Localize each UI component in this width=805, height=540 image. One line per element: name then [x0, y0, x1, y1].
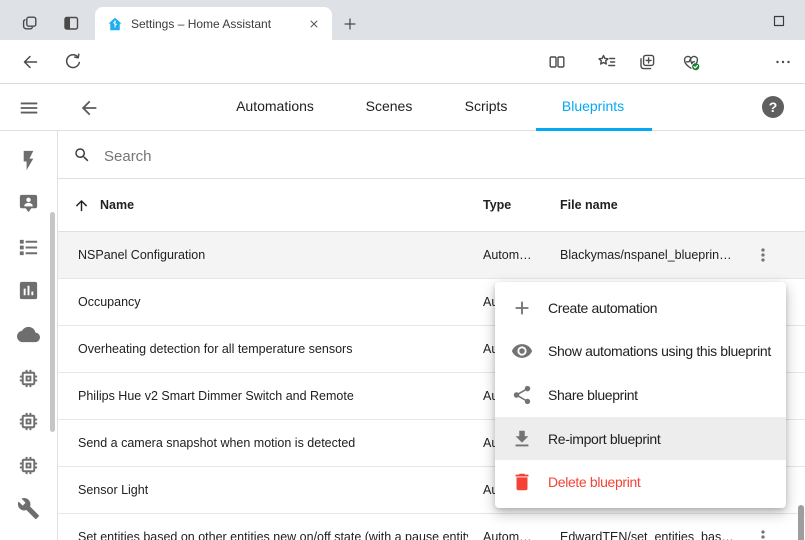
browser-toolbar: Not secure homeassistant.local:8123/…	[0, 40, 805, 84]
row-name: Set entities based on other entities new…	[78, 530, 468, 540]
plus-icon	[511, 297, 533, 319]
blueprint-context-menu: Create automation Show automations using…	[495, 282, 786, 508]
tab-blueprints[interactable]: Blueprints	[562, 85, 624, 128]
help-icon[interactable]: ?	[762, 96, 784, 118]
table-row[interactable]: NSPanel Configuration Autom… Blackymas/n…	[58, 232, 805, 279]
cloud-icon[interactable]	[17, 323, 40, 346]
lightning-icon[interactable]	[17, 149, 40, 172]
app-header: Automations Scenes Scripts Blueprints ?	[0, 85, 805, 131]
browser-window: Settings – Home Assistant Not sec	[0, 0, 805, 540]
todo-list-icon[interactable]	[17, 236, 40, 259]
menu-item-reimport-blueprint[interactable]: Re-import blueprint	[495, 417, 786, 461]
search-icon	[73, 146, 91, 164]
search-input[interactable]	[102, 143, 506, 169]
menu-item-show-automations[interactable]: Show automations using this blueprint	[495, 330, 786, 374]
sidebar-scrollbar[interactable]	[50, 212, 55, 432]
table-header: Name Type File name	[58, 179, 805, 232]
download-icon	[511, 428, 533, 450]
arrow-back-icon[interactable]	[78, 97, 100, 119]
collections-add-icon[interactable]	[637, 52, 657, 72]
tab-scripts[interactable]: Scripts	[465, 85, 508, 128]
menu-item-share-blueprint[interactable]: Share blueprint	[495, 373, 786, 417]
device-chip-icon[interactable]	[17, 454, 40, 477]
favorites-bar-icon[interactable]	[597, 52, 617, 72]
voice-assist-icon[interactable]	[17, 192, 40, 215]
tab-title: Settings – Home Assistant	[131, 17, 306, 31]
row-file: EdwardTEN/set_entities_bas…	[560, 530, 734, 540]
maximize-icon[interactable]	[770, 12, 788, 30]
share-icon	[511, 384, 533, 406]
back-icon[interactable]	[20, 52, 40, 72]
row-name: Occupancy	[78, 295, 141, 309]
home-assistant-app: Automations Scenes Scripts Blueprints ?	[0, 85, 805, 540]
row-file: Blackymas/nspanel_blueprin…	[560, 248, 732, 262]
row-name: Sensor Light	[78, 483, 148, 497]
row-name: Send a camera snapshot when motion is de…	[78, 436, 355, 450]
row-type: Autom…	[483, 248, 532, 262]
developer-tools-icon[interactable]	[17, 497, 40, 520]
table-row[interactable]: Set entities based on other entities new…	[58, 514, 805, 540]
menu-icon[interactable]	[18, 97, 40, 119]
page-scrollbar[interactable]	[798, 505, 804, 540]
home-assistant-favicon	[107, 16, 123, 32]
column-header-file[interactable]: File name	[560, 198, 618, 212]
tab-actions-icon[interactable]	[61, 13, 81, 33]
tab-automations[interactable]: Automations	[236, 85, 314, 128]
new-tab-icon[interactable]	[341, 15, 359, 33]
search-bar	[58, 131, 805, 179]
device-chip-icon[interactable]	[17, 410, 40, 433]
row-overflow-menu-icon[interactable]	[753, 527, 773, 540]
eye-icon	[511, 340, 533, 362]
row-name: NSPanel Configuration	[78, 248, 205, 262]
sort-ascending-icon[interactable]	[73, 197, 90, 214]
tab-scenes[interactable]: Scenes	[366, 85, 413, 128]
browser-essentials-icon[interactable]	[681, 52, 701, 72]
device-chip-icon[interactable]	[17, 367, 40, 390]
refresh-icon[interactable]	[63, 52, 83, 72]
trash-icon	[511, 471, 533, 493]
column-header-type[interactable]: Type	[483, 198, 511, 212]
browser-tab[interactable]: Settings – Home Assistant	[95, 7, 332, 40]
row-overflow-menu-icon[interactable]	[753, 245, 773, 265]
menu-item-create-automation[interactable]: Create automation	[495, 286, 786, 330]
row-name: Overheating detection for all temperatur…	[78, 342, 352, 356]
column-header-name[interactable]: Name	[100, 198, 134, 212]
browser-tab-strip: Settings – Home Assistant	[0, 0, 805, 40]
history-chart-icon[interactable]	[17, 279, 40, 302]
tab-close-icon[interactable]	[306, 16, 322, 32]
workspaces-icon[interactable]	[19, 13, 39, 33]
more-options-icon[interactable]	[773, 52, 793, 72]
split-screen-icon[interactable]	[547, 52, 567, 72]
menu-item-delete-blueprint[interactable]: Delete blueprint	[495, 460, 786, 504]
row-name: Philips Hue v2 Smart Dimmer Switch and R…	[78, 389, 354, 403]
row-type: Autom…	[483, 530, 532, 540]
